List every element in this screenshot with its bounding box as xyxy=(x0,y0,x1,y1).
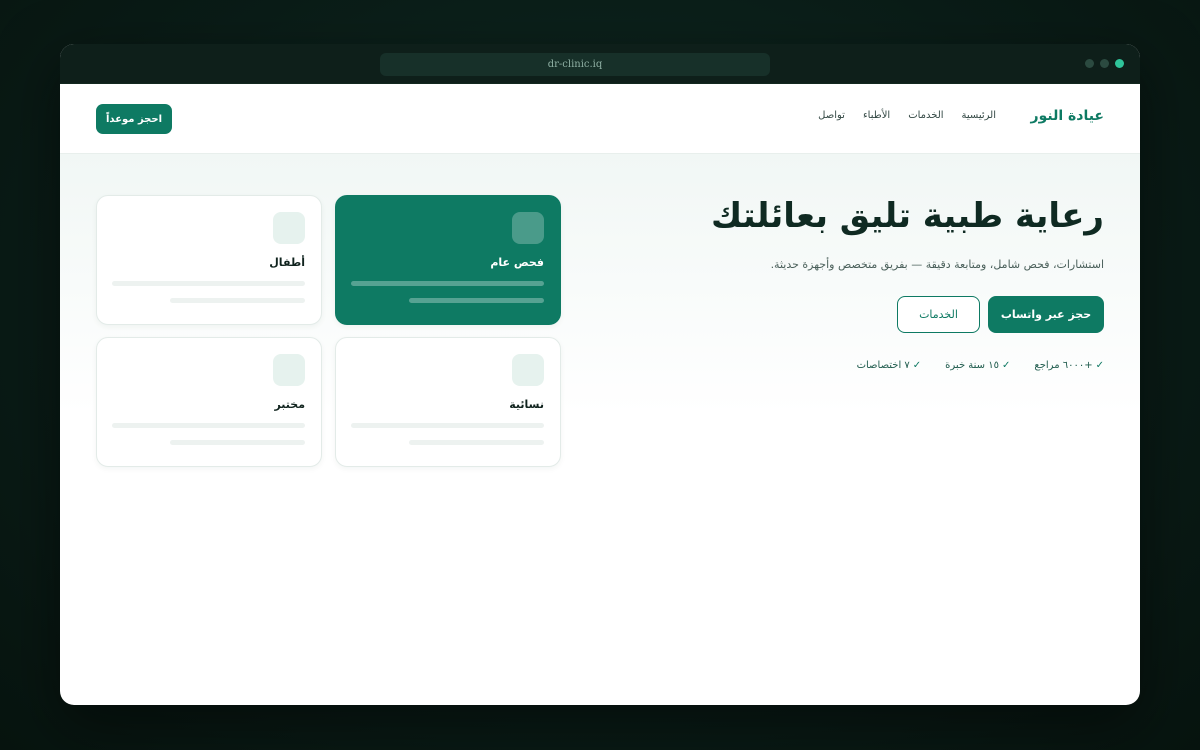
window-dot-active-icon[interactable] xyxy=(1115,59,1124,68)
service-card-title: فحص عام xyxy=(490,256,544,269)
nav-link-services[interactable]: الخدمات xyxy=(908,110,943,121)
service-tile-icon xyxy=(512,212,544,244)
top-navigation: عيادة النور الرئيسية الخدمات الأطباء توا… xyxy=(60,84,1140,154)
nav-links: الرئيسية الخدمات الأطباء تواصل xyxy=(818,110,996,121)
stat-specialties-label: ٧ اختصاصات xyxy=(856,360,910,371)
service-card-womens[interactable]: نسائية xyxy=(335,337,561,467)
window-dot-icon[interactable] xyxy=(1085,59,1094,68)
brand-logo[interactable]: عيادة النور xyxy=(1031,108,1104,124)
browser-chrome: dr-clinic.iq xyxy=(60,44,1140,84)
book-appointment-button[interactable]: احجز موعداً xyxy=(96,104,172,134)
services-button[interactable]: الخدمات xyxy=(897,296,980,333)
check-icon: ✓ xyxy=(1095,360,1104,371)
hero-subtitle: استشارات، فحص شامل، ومتابعة دقيقة — بفري… xyxy=(770,258,1104,271)
placeholder-line xyxy=(170,298,305,303)
service-card-title: مختبر xyxy=(274,398,305,411)
check-icon: ✓ xyxy=(912,360,922,371)
service-tile-icon xyxy=(273,354,305,386)
nav-link-home[interactable]: الرئيسية xyxy=(962,110,996,121)
page-content: عيادة النور الرئيسية الخدمات الأطباء توا… xyxy=(60,84,1140,705)
window-dot-icon[interactable] xyxy=(1100,59,1109,68)
service-tile-icon xyxy=(273,212,305,244)
whatsapp-booking-button[interactable]: حجز عبر واتساب xyxy=(988,296,1104,333)
placeholder-line xyxy=(409,440,544,445)
hero-stats: ✓+٦٠٠٠ مراجع ✓١٥ سنة خبرة ✓٧ اختصاصات xyxy=(857,360,1104,371)
placeholder-line xyxy=(351,281,544,286)
placeholder-line xyxy=(112,423,305,428)
address-bar[interactable]: dr-clinic.iq xyxy=(380,53,770,76)
check-icon: ✓ xyxy=(1002,360,1011,371)
service-tile-icon xyxy=(512,354,544,386)
hero-title: رعاية طبية تليق بعائلتك xyxy=(711,196,1104,236)
stat-experience: ✓١٥ سنة خبرة xyxy=(945,360,1010,371)
service-card-lab[interactable]: مختبر xyxy=(96,337,322,467)
stat-patients-label: +٦٠٠٠ مراجع xyxy=(1034,360,1093,371)
nav-link-contact[interactable]: تواصل xyxy=(818,110,845,121)
service-card-title: نسائية xyxy=(509,398,544,411)
stat-experience-label: ١٥ سنة خبرة xyxy=(945,360,999,371)
service-card-general[interactable]: فحص عام xyxy=(335,195,561,325)
placeholder-line xyxy=(351,423,544,428)
nav-link-doctors[interactable]: الأطباء xyxy=(863,110,890,121)
service-card-title: أطفال xyxy=(269,256,305,269)
browser-window: dr-clinic.iq عيادة النور الرئيسية الخدما… xyxy=(60,44,1140,705)
stat-specialties: ✓٧ اختصاصات xyxy=(857,360,922,371)
placeholder-line xyxy=(112,281,305,286)
stat-patients: ✓+٦٠٠٠ مراجع xyxy=(1034,360,1104,371)
service-card-kids[interactable]: أطفال xyxy=(96,195,322,325)
placeholder-line xyxy=(409,298,544,303)
window-controls xyxy=(1085,59,1124,68)
placeholder-line xyxy=(170,440,305,445)
